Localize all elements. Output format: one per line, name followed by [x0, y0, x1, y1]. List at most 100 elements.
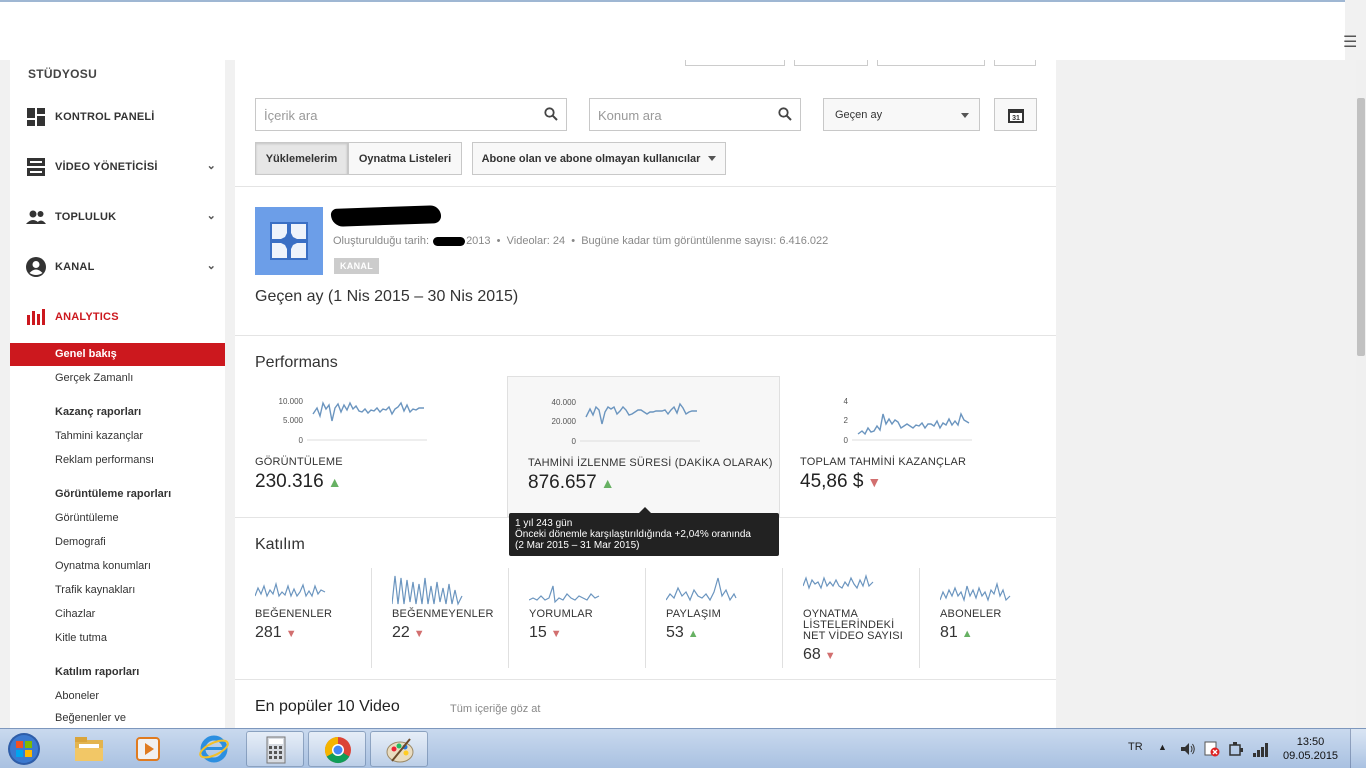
taskbar: TR ▲ 13:50 09.05.2015: [0, 728, 1366, 768]
taskbar-media-player[interactable]: [120, 731, 178, 767]
uploads-tab[interactable]: Yüklemelerim: [255, 142, 348, 175]
sidebar-item-ad-performance[interactable]: Reklam performansı: [55, 454, 154, 466]
network-signal-icon[interactable]: [1252, 741, 1270, 757]
likes-card[interactable]: BEĞENENLER 281 ▼: [235, 568, 372, 668]
channel-avatar[interactable]: [255, 207, 323, 275]
language-indicator[interactable]: TR: [1128, 741, 1143, 753]
top-action-button[interactable]: [685, 60, 785, 66]
tray-expand-icon[interactable]: ▲: [1158, 742, 1167, 752]
date-range-title: Geçen ay (1 Nis 2015 – 30 Nis 2015): [255, 288, 519, 305]
see-all-content-link[interactable]: Tüm içeriğe göz at: [450, 703, 540, 715]
top-videos-title: En popüler 10 Video: [255, 698, 400, 715]
views-card[interactable]: 10.000 5.000 0 GÖRÜNTÜLEME 230.316 ▲: [235, 376, 508, 517]
trend-up-icon: ▲: [600, 475, 615, 491]
shares-card[interactable]: PAYLAŞIM 53 ▲: [645, 568, 782, 668]
svg-text:4: 4: [844, 397, 849, 406]
playlist-videos-sparkline: [803, 574, 874, 590]
folder-icon: [75, 737, 103, 761]
total-views: Bugüne kadar tüm görüntülenme sayısı: 6.…: [581, 235, 829, 247]
trend-up-icon: ▲: [687, 628, 699, 640]
search-icon[interactable]: [778, 107, 792, 126]
nav-video-manager[interactable]: VİDEO YÖNETİCİSİ ⌄: [26, 155, 216, 179]
trend-down-icon: ▼: [550, 628, 562, 640]
nav-community[interactable]: TOPLULUK ⌄: [26, 205, 216, 229]
clock[interactable]: 13:50 09.05.2015: [1283, 735, 1338, 763]
sidebar-item-est-earnings[interactable]: Tahmini kazançlar: [55, 430, 143, 442]
taskbar-calculator[interactable]: [246, 731, 304, 767]
taskbar-chrome[interactable]: [308, 731, 366, 767]
nav-label: KONTROL PANELİ: [55, 111, 155, 123]
sidebar-item-devices[interactable]: Cihazlar: [55, 608, 95, 620]
media-player-icon: [136, 737, 160, 761]
dislikes-card[interactable]: BEĞENMEYENLER 22 ▼: [371, 568, 508, 668]
trend-up-icon: ▲: [961, 628, 973, 640]
svg-text:5.000: 5.000: [283, 416, 304, 425]
sidebar-item-retention[interactable]: Kitle tutma: [55, 632, 107, 644]
sidebar-heading-earnings: Kazanç raporları: [55, 406, 142, 418]
calendar-button[interactable]: 31: [994, 98, 1037, 131]
action-center-icon[interactable]: [1204, 741, 1220, 757]
top-action-button[interactable]: [877, 60, 985, 66]
show-desktop-button[interactable]: [1350, 729, 1366, 768]
top-action-button[interactable]: [794, 60, 868, 66]
calendar-icon: 31: [1008, 109, 1024, 123]
sidebar-item-likes[interactable]: Beğenenler ve: [55, 712, 126, 724]
start-button[interactable]: [4, 730, 44, 768]
volume-icon[interactable]: [1180, 741, 1196, 757]
top-bar: ☰: [0, 0, 1357, 60]
svg-text:0: 0: [844, 436, 849, 445]
nav-dashboard[interactable]: KONTROL PANELİ: [26, 105, 216, 129]
caret-down-icon: [961, 113, 969, 118]
metric-value: 230.316 ▲: [255, 471, 342, 492]
playlists-tab[interactable]: Oynatma Listeleri: [348, 142, 462, 175]
svg-text:2: 2: [844, 416, 849, 425]
sidebar-item-subscribers[interactable]: Aboneler: [55, 690, 99, 702]
metric-label: GÖRÜNTÜLEME: [255, 456, 343, 468]
metric-label: OYNATMA LİSTELERİNDEKİ NET VİDEO SAYISI: [803, 608, 903, 642]
playlist-videos-card[interactable]: OYNATMA LİSTELERİNDEKİ NET VİDEO SAYISI …: [782, 568, 919, 668]
nav-label: ANALYTICS: [55, 311, 119, 323]
taskbar-internet-explorer[interactable]: [185, 731, 243, 767]
watch-time-card[interactable]: 40.000 20.000 0 TAHMİNİ İZLENME SÜRESİ (…: [507, 376, 780, 517]
metric-value: 15 ▼: [529, 624, 562, 641]
trend-down-icon: ▼: [413, 628, 425, 640]
nav-analytics[interactable]: ANALYTICS: [26, 305, 216, 329]
studio-title: STÜDYOSU: [28, 67, 98, 81]
main-panel: İçerik ara Konum ara Geçen ay 31 Yükleme…: [235, 60, 1056, 728]
sidebar-item-traffic-sources[interactable]: Trafik kaynakları: [55, 584, 135, 596]
power-icon[interactable]: [1228, 741, 1244, 757]
svg-text:0: 0: [299, 436, 304, 445]
search-icon[interactable]: [544, 107, 558, 126]
nav-label: KANAL: [55, 261, 95, 273]
engagement-title: Katılım: [255, 536, 305, 553]
clock-time: 13:50: [1296, 736, 1325, 748]
earnings-card[interactable]: 4 2 0 TOPLAM TAHMİNİ KAZANÇLAR 45,86 $ ▼: [780, 376, 1053, 517]
taskbar-paint[interactable]: [370, 731, 428, 767]
scrollbar-thumb[interactable]: [1357, 98, 1365, 356]
chevron-down-icon[interactable]: ⌄: [207, 259, 216, 272]
sidebar-item-playback-locations[interactable]: Oynatma konumları: [55, 560, 151, 572]
page-scrollbar[interactable]: [1356, 60, 1366, 728]
taskbar-explorer[interactable]: [60, 731, 118, 767]
nav-channel[interactable]: KANAL ⌄: [26, 255, 216, 279]
menu-icon[interactable]: ☰: [1343, 32, 1357, 52]
comments-card[interactable]: YORUMLAR 15 ▼: [508, 568, 645, 668]
channel-name-redacted[interactable]: [330, 205, 442, 227]
subscriber-filter-dropdown[interactable]: Abone olan ve abone olmayan kullanıcılar: [472, 142, 726, 175]
period-select[interactable]: Geçen ay: [823, 98, 980, 131]
sidebar-item-demographics[interactable]: Demografi: [55, 536, 106, 548]
sidebar-item-overview[interactable]: Genel bakış: [10, 343, 225, 366]
content-search-input[interactable]: İçerik ara: [255, 98, 567, 131]
svg-text:40.000: 40.000: [552, 398, 577, 407]
divider: [235, 679, 1056, 680]
tooltip-line: Önceki dönemle karşılaştırıldığında +2,0…: [515, 529, 751, 540]
chevron-down-icon[interactable]: ⌄: [207, 159, 216, 172]
clock-date: 09.05.2015: [1283, 750, 1339, 762]
likes-sparkline: [255, 581, 326, 598]
sidebar-item-realtime[interactable]: Gerçek Zamanlı: [55, 372, 133, 384]
sidebar-item-views[interactable]: Görüntüleme: [55, 512, 119, 524]
subscribers-card[interactable]: ABONELER 81 ▲: [919, 568, 1056, 668]
location-search-input[interactable]: Konum ara: [589, 98, 801, 131]
top-action-button[interactable]: [994, 60, 1036, 66]
chevron-down-icon[interactable]: ⌄: [207, 209, 216, 222]
